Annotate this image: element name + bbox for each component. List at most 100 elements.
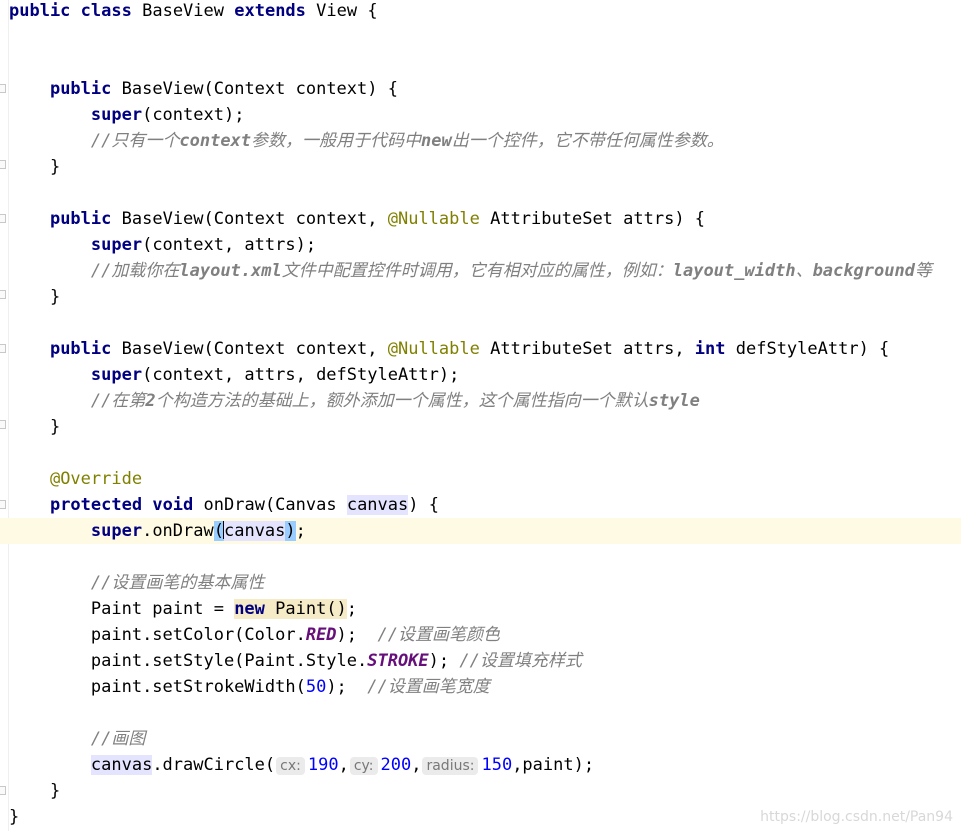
comment-text: 出一个控件，它不带任何属性参数。	[451, 131, 724, 151]
code-line-ctor1-super[interactable]: super(context);	[0, 102, 961, 128]
code-line-override[interactable]: @Override	[0, 466, 961, 492]
signature: BaseView(Context context,	[121, 339, 388, 359]
method-call: .drawCircle(	[152, 755, 276, 775]
statement: ,paint);	[512, 755, 595, 775]
number: 200	[380, 755, 412, 775]
signature: defStyleAttr) {	[725, 339, 890, 359]
parameter-hint: radius:	[422, 757, 479, 775]
statement: Paint paint =	[90, 599, 235, 619]
constructor-call: Paint()	[264, 599, 347, 619]
statement: );	[428, 651, 460, 671]
number: 150	[481, 755, 513, 775]
statement: paint.setStrokeWidth(	[90, 677, 306, 697]
comment: //只有一个context参数，一般用于代码中new出一个控件，它不带任何属性参…	[91, 131, 724, 151]
code-line-ctor3-comment[interactable]: //在第2个构造方法的基础上，额外添加一个属性，这个属性指向一个默认style	[0, 388, 961, 414]
number: 50	[305, 677, 327, 697]
class-name: BaseView	[142, 1, 224, 21]
code-line-ctor2-comment[interactable]: //加载你在layout.xml文件中配置控件时调用，它有相对应的属性，例如：l…	[0, 258, 961, 284]
keyword: public	[9, 1, 71, 21]
brace: }	[49, 781, 61, 801]
code-line-setcolor[interactable]: paint.setColor(Color.RED); //设置画笔颜色	[0, 622, 961, 648]
annotation: @Nullable	[387, 339, 480, 359]
comment-text: 参数，一般用于代码中	[251, 131, 422, 151]
code-line-setstyle[interactable]: paint.setStyle(Paint.Style.STROKE); //设置…	[0, 648, 961, 674]
annotation: @Override	[49, 469, 143, 489]
statement: );	[336, 625, 378, 645]
parameter: canvas	[90, 755, 153, 775]
brace: }	[49, 157, 61, 177]
comment-text: 个构造方法的基础上，额外添加一个属性，这个属性指向一个默认	[155, 391, 649, 411]
comment: //加载你在layout.xml文件中配置控件时调用，它有相对应的属性，例如：l…	[91, 261, 932, 281]
parameter: canvas	[346, 495, 409, 515]
keyword: void	[152, 495, 194, 515]
code-line-ctor2-signature[interactable]: public BaseView(Context context, @Nullab…	[0, 206, 961, 232]
code-line-ctor2-close[interactable]: }	[0, 284, 961, 310]
comment-text: layout_width	[672, 261, 796, 281]
comment-text: background	[812, 261, 915, 281]
constant: STROKE	[367, 651, 429, 671]
code-line-ctor1-close[interactable]: }	[0, 154, 961, 180]
keyword: public	[49, 339, 112, 359]
keyword: super	[90, 521, 143, 541]
keyword: super	[90, 105, 143, 125]
brace: }	[9, 807, 20, 827]
watermark: https://blog.csdn.net/Pan94	[760, 809, 953, 825]
signature: ) {	[408, 495, 439, 515]
code-line-ctor3-signature[interactable]: public BaseView(Context context, @Nullab…	[0, 336, 961, 362]
keyword: super	[90, 365, 143, 385]
parameter: canvas	[223, 521, 286, 541]
keyword: protected	[49, 495, 143, 515]
comment: //设置画笔宽度	[367, 677, 490, 697]
code-line-ctor1-signature[interactable]: public BaseView(Context context) {	[0, 76, 961, 102]
signature: AttributeSet attrs) {	[479, 209, 706, 229]
keyword: int	[694, 339, 726, 359]
annotation: @Nullable	[387, 209, 480, 229]
brace: }	[49, 417, 61, 437]
code-line-super-ondraw-current[interactable]: super.onDraw(canvas);	[0, 518, 961, 544]
signature: BaseView(Context context,	[121, 209, 388, 229]
statement: paint.setStyle(Paint.Style.	[90, 651, 368, 671]
comment: //设置画笔颜色	[377, 625, 500, 645]
arguments: (context, attrs);	[142, 235, 317, 255]
comment-text: 、	[795, 261, 813, 281]
code-line-ondraw-signature[interactable]: protected void onDraw(Canvas canvas) {	[0, 492, 961, 518]
code-line-comment-draw[interactable]: //画图	[0, 726, 961, 752]
comment-text: //加载你在	[90, 261, 180, 281]
code-line-ctor3-super[interactable]: super(context, attrs, defStyleAttr);	[0, 362, 961, 388]
keyword: super	[90, 235, 143, 255]
comment: //设置填充样式	[459, 651, 582, 671]
arguments: (context);	[142, 105, 245, 125]
number: 190	[307, 755, 339, 775]
comment-text: context	[179, 131, 252, 151]
comment-text: 文件中配置控件时调用，它有相对应的属性，例如：	[281, 261, 673, 281]
keyword: new	[234, 599, 265, 619]
statement: paint.setColor(Color.	[90, 625, 306, 645]
code-line-drawcircle[interactable]: canvas.drawCircle(cx: 190, cy: 200, radius: 1…	[0, 752, 961, 778]
comment-text: style	[648, 391, 700, 411]
comment-text: //在第	[90, 391, 146, 411]
statement: );	[326, 677, 368, 697]
code-line-class-declaration[interactable]: public class BaseView extends View {	[0, 0, 961, 24]
code-line-ctor1-comment[interactable]: //只有一个context参数，一般用于代码中new出一个控件，它不带任何属性参…	[0, 128, 961, 154]
code-line-comment-paint[interactable]: //设置画笔的基本属性	[0, 570, 961, 596]
signature: onDraw(Canvas	[203, 495, 347, 515]
brace: {	[367, 1, 378, 21]
semicolon: ;	[295, 521, 306, 541]
keyword: public	[49, 209, 112, 229]
code-line-ctor3-close[interactable]: }	[0, 414, 961, 440]
keyword: class	[80, 1, 132, 21]
code-line-setwidth[interactable]: paint.setStrokeWidth(50); //设置画笔宽度	[0, 674, 961, 700]
comment-text: //只有一个	[90, 131, 180, 151]
signature: BaseView(Context context) {	[121, 79, 398, 99]
parent-class: View	[316, 1, 358, 21]
code-line-ctor2-super[interactable]: super(context, attrs);	[0, 232, 961, 258]
parameter-hint: cy:	[349, 757, 378, 775]
keyword: extends	[234, 1, 306, 21]
comment: //设置画笔的基本属性	[90, 573, 265, 593]
brace: }	[49, 287, 61, 307]
code-line-ondraw-close[interactable]: }	[0, 778, 961, 804]
comment-text: layout.xml	[179, 261, 282, 281]
comment-text: 等	[914, 261, 932, 281]
comment-text: 2	[145, 391, 156, 411]
code-line-paint-decl[interactable]: Paint paint = new Paint();	[0, 596, 961, 622]
